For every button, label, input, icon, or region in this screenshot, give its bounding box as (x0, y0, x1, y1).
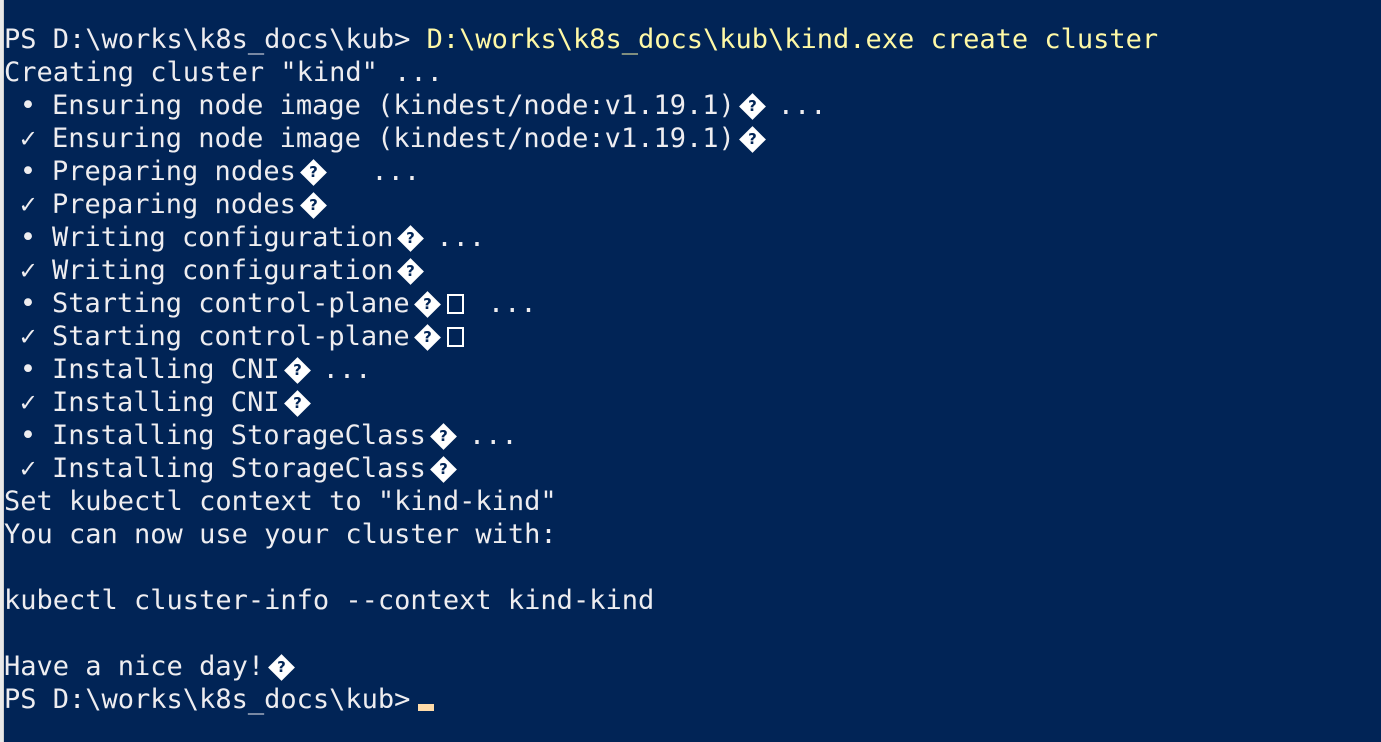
step-line: • Writing configuration?... (4, 221, 1381, 254)
replacement-char-icon: ? (283, 386, 311, 419)
step-label: Preparing nodes (52, 156, 296, 187)
replacement-char-icon: ? (397, 221, 425, 254)
step-label: Starting control-plane (52, 288, 410, 319)
usage-text: You can now use your cluster with: (4, 519, 557, 550)
prompt: PS D:\works\k8s_docs\kub> (4, 684, 411, 715)
checkmark-icon: ✓ (19, 387, 37, 418)
replacement-char-icon: ? (413, 320, 441, 353)
step-label: Installing StorageClass (52, 420, 426, 451)
step-label: Writing configuration (52, 222, 394, 253)
step-label: Starting control-plane (52, 321, 410, 352)
step-line: • Installing CNI?... (4, 353, 1381, 386)
step-line: • Installing StorageClass?... (4, 419, 1381, 452)
replacement-char-icon: ? (299, 155, 327, 188)
step-list: • Ensuring node image (kindest/node:v1.19… (4, 89, 1381, 485)
step-label: Installing CNI (52, 354, 280, 385)
step-label: Installing StorageClass (52, 453, 426, 484)
progress-ellipsis: ... (468, 420, 518, 451)
checkmark-icon: ✓ (19, 189, 37, 220)
output-line: Have a nice day! ? (4, 650, 1381, 683)
missing-glyph-box-icon (446, 293, 464, 314)
progress-ellipsis: ... (322, 354, 372, 385)
bullet-icon: • (19, 156, 37, 187)
step-line: ✓ Ensuring node image (kindest/node:v1.19… (4, 122, 1381, 155)
step-line: • Ensuring node image (kindest/node:v1.19… (4, 89, 1381, 122)
output-line: Creating cluster "kind" ... (4, 56, 1381, 89)
farewell-text: Have a nice day! (4, 651, 265, 682)
replacement-char-icon: ? (397, 254, 425, 287)
checkmark-icon: ✓ (19, 321, 37, 352)
progress-ellipsis: ... (777, 90, 827, 121)
output-line: kubectl cluster-info --context kind-kind (4, 584, 1381, 617)
context-text: Set kubectl context to "kind-kind" (4, 486, 557, 517)
prompt-line[interactable]: PS D:\works\k8s_docs\kub> (4, 683, 1381, 716)
step-line: • Starting control-plane? ... (4, 287, 1381, 320)
checkmark-icon: ✓ (19, 123, 37, 154)
creating-cluster-text: Creating cluster "kind" ... (4, 57, 443, 88)
step-label: Ensuring node image (kindest/node:v1.19.… (52, 123, 735, 154)
prompt: PS D:\works\k8s_docs\kub> (4, 24, 411, 55)
replacement-char-icon: ? (268, 650, 296, 683)
checkmark-icon: ✓ (19, 255, 37, 286)
step-label: Preparing nodes (52, 189, 296, 220)
step-line: ✓ Preparing nodes? (4, 188, 1381, 221)
step-label: Writing configuration (52, 255, 394, 286)
executed-command: D:\works\k8s_docs\kub\kind.exe create cl… (426, 24, 1159, 55)
progress-ellipsis: ... (436, 222, 486, 253)
progress-ellipsis: ... (471, 288, 537, 319)
output-line: Set kubectl context to "kind-kind" (4, 485, 1381, 518)
step-line: ✓ Writing configuration? (4, 254, 1381, 287)
replacement-char-icon: ? (283, 353, 311, 386)
replacement-char-icon: ? (429, 452, 457, 485)
text-cursor (418, 704, 435, 711)
bullet-icon: • (19, 90, 37, 121)
progress-ellipsis: ... (338, 156, 421, 187)
bullet-icon: • (19, 288, 37, 319)
hint-command-text: kubectl cluster-info --context kind-kind (4, 585, 655, 616)
checkmark-icon: ✓ (19, 453, 37, 484)
step-line: • Preparing nodes? ... (4, 155, 1381, 188)
bullet-icon: • (19, 222, 37, 253)
step-label: Installing CNI (52, 387, 280, 418)
step-line: ✓ Installing StorageClass? (4, 452, 1381, 485)
bullet-icon: • (19, 354, 37, 385)
step-label: Ensuring node image (kindest/node:v1.19.… (52, 90, 735, 121)
missing-glyph-box-icon (446, 326, 464, 347)
replacement-char-icon: ? (429, 419, 457, 452)
replacement-char-icon: ? (738, 122, 766, 155)
command-line: PS D:\works\k8s_docs\kub> D:\works\k8s_d… (4, 23, 1381, 56)
bullet-icon: • (19, 420, 37, 451)
step-line: ✓ Starting control-plane? (4, 320, 1381, 353)
output-line: You can now use your cluster with: (4, 518, 1381, 551)
powershell-terminal[interactable]: PS D:\works\k8s_docs\kub> D:\works\k8s_d… (4, 0, 1381, 742)
replacement-char-icon: ? (738, 89, 766, 122)
replacement-char-icon: ? (413, 287, 441, 320)
replacement-char-icon: ? (299, 188, 327, 221)
step-line: ✓ Installing CNI? (4, 386, 1381, 419)
